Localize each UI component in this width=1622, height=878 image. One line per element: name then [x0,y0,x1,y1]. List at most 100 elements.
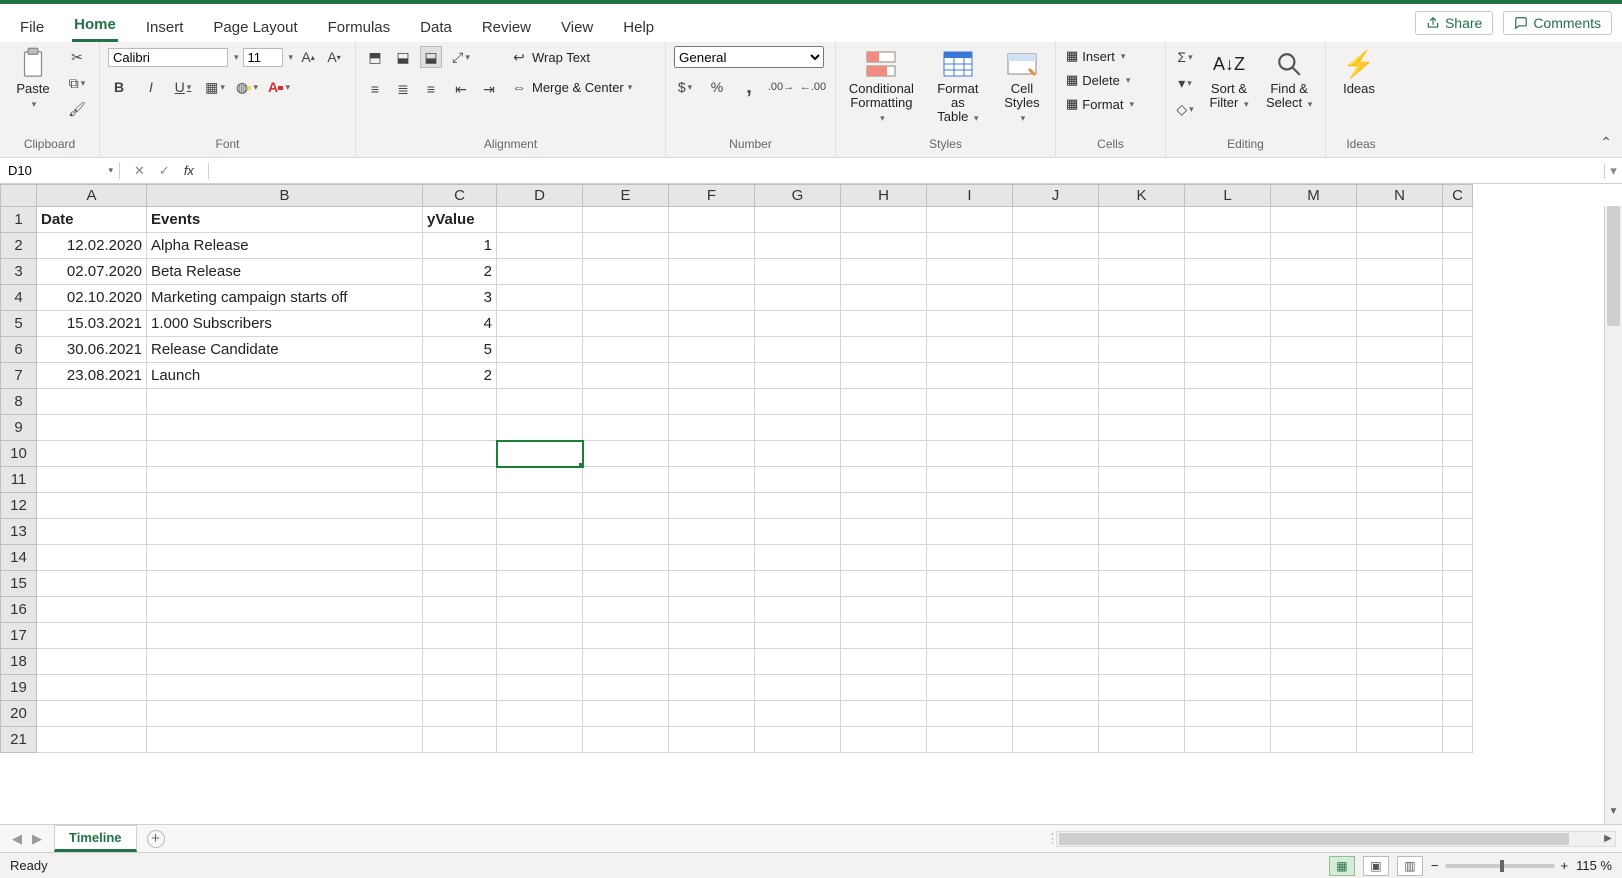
delete-cells-button[interactable]: ▦Delete▾ [1064,70,1132,90]
number-format-select[interactable]: General [674,46,824,68]
cell-K2[interactable] [1099,233,1185,259]
cell-F11[interactable] [669,467,755,493]
cell-M7[interactable] [1271,363,1357,389]
fx-icon[interactable]: fx [184,163,194,178]
row-header-5[interactable]: 5 [1,311,37,337]
cell-O8[interactable] [1443,389,1473,415]
cell-L14[interactable] [1185,545,1271,571]
cell-M1[interactable] [1271,207,1357,233]
select-all-corner[interactable] [1,185,37,207]
cell-B6[interactable]: Release Candidate [147,337,423,363]
cell-H16[interactable] [841,597,927,623]
cell-A1[interactable]: Date [37,207,147,233]
row-header-18[interactable]: 18 [1,649,37,675]
cell-I19[interactable] [927,675,1013,701]
insert-cells-button[interactable]: ▦Insert▾ [1064,46,1127,66]
cell-A5[interactable]: 15.03.2021 [37,311,147,337]
cell-B7[interactable]: Launch [147,363,423,389]
add-sheet-button[interactable]: + [147,830,165,848]
cell-J21[interactable] [1013,727,1099,753]
cell-L17[interactable] [1185,623,1271,649]
cell-L4[interactable] [1185,285,1271,311]
row-header-20[interactable]: 20 [1,701,37,727]
col-header-H[interactable]: H [841,185,927,207]
cell-A16[interactable] [37,597,147,623]
align-left-icon[interactable]: ≡ [364,78,386,100]
cell-L21[interactable] [1185,727,1271,753]
row-header-15[interactable]: 15 [1,571,37,597]
cell-C21[interactable] [423,727,497,753]
normal-view-button[interactable]: ▦ [1329,856,1355,876]
cell-F9[interactable] [669,415,755,441]
cell-B17[interactable] [147,623,423,649]
cell-A21[interactable] [37,727,147,753]
cell-C15[interactable] [423,571,497,597]
cell-J11[interactable] [1013,467,1099,493]
cell-N2[interactable] [1357,233,1443,259]
cell-H7[interactable] [841,363,927,389]
row-header-16[interactable]: 16 [1,597,37,623]
sheet-tab-timeline[interactable]: Timeline [54,825,137,852]
cell-J5[interactable] [1013,311,1099,337]
cell-I13[interactable] [927,519,1013,545]
cell-A19[interactable] [37,675,147,701]
cell-H4[interactable] [841,285,927,311]
col-header-J[interactable]: J [1013,185,1099,207]
row-header-9[interactable]: 9 [1,415,37,441]
cell-B9[interactable] [147,415,423,441]
cell-N9[interactable] [1357,415,1443,441]
sort-filter-button[interactable]: A↓Z Sort &Filter ▾ [1204,46,1254,113]
cell-C8[interactable] [423,389,497,415]
tab-data[interactable]: Data [418,15,454,42]
zoom-in-icon[interactable]: + [1561,858,1569,873]
col-header-K[interactable]: K [1099,185,1185,207]
cell-H13[interactable] [841,519,927,545]
cell-G8[interactable] [755,389,841,415]
cell-N6[interactable] [1357,337,1443,363]
share-button[interactable]: Share [1415,11,1493,35]
cell-E1[interactable] [583,207,669,233]
tab-insert[interactable]: Insert [144,15,186,42]
sheet-prev-icon[interactable]: ◀ [12,831,22,847]
fill-color-button[interactable]: ◍▾ [236,76,258,98]
cell-L6[interactable] [1185,337,1271,363]
cell-O15[interactable] [1443,571,1473,597]
cell-F20[interactable] [669,701,755,727]
cell-H9[interactable] [841,415,927,441]
align-center-icon[interactable]: ≣ [392,78,414,100]
cell-J1[interactable] [1013,207,1099,233]
cell-G19[interactable] [755,675,841,701]
cell-C10[interactable] [423,441,497,467]
cell-E2[interactable] [583,233,669,259]
cell-G20[interactable] [755,701,841,727]
cell-F10[interactable] [669,441,755,467]
cell-N8[interactable] [1357,389,1443,415]
cell-A10[interactable] [37,441,147,467]
cell-D9[interactable] [497,415,583,441]
cell-E7[interactable] [583,363,669,389]
cell-H18[interactable] [841,649,927,675]
copy-icon[interactable]: ⧉▾ [66,72,88,94]
cell-G13[interactable] [755,519,841,545]
row-header-1[interactable]: 1 [1,207,37,233]
cell-F17[interactable] [669,623,755,649]
grid-scroll[interactable]: ABCDEFGHIJKLMNC1DateEventsyValue212.02.2… [0,184,1622,824]
cell-N18[interactable] [1357,649,1443,675]
cell-F12[interactable] [669,493,755,519]
cell-N17[interactable] [1357,623,1443,649]
row-header-2[interactable]: 2 [1,233,37,259]
cell-G5[interactable] [755,311,841,337]
cell-C18[interactable] [423,649,497,675]
merge-center-button[interactable]: ⇔ Merge & Center ▾ [508,76,632,98]
cell-L11[interactable] [1185,467,1271,493]
cell-C3[interactable]: 2 [423,259,497,285]
cell-L20[interactable] [1185,701,1271,727]
cell-G16[interactable] [755,597,841,623]
cell-H10[interactable] [841,441,927,467]
cell-M19[interactable] [1271,675,1357,701]
hscroll-thumb[interactable] [1059,833,1569,845]
cell-A14[interactable] [37,545,147,571]
cell-N15[interactable] [1357,571,1443,597]
cell-I9[interactable] [927,415,1013,441]
cell-M16[interactable] [1271,597,1357,623]
